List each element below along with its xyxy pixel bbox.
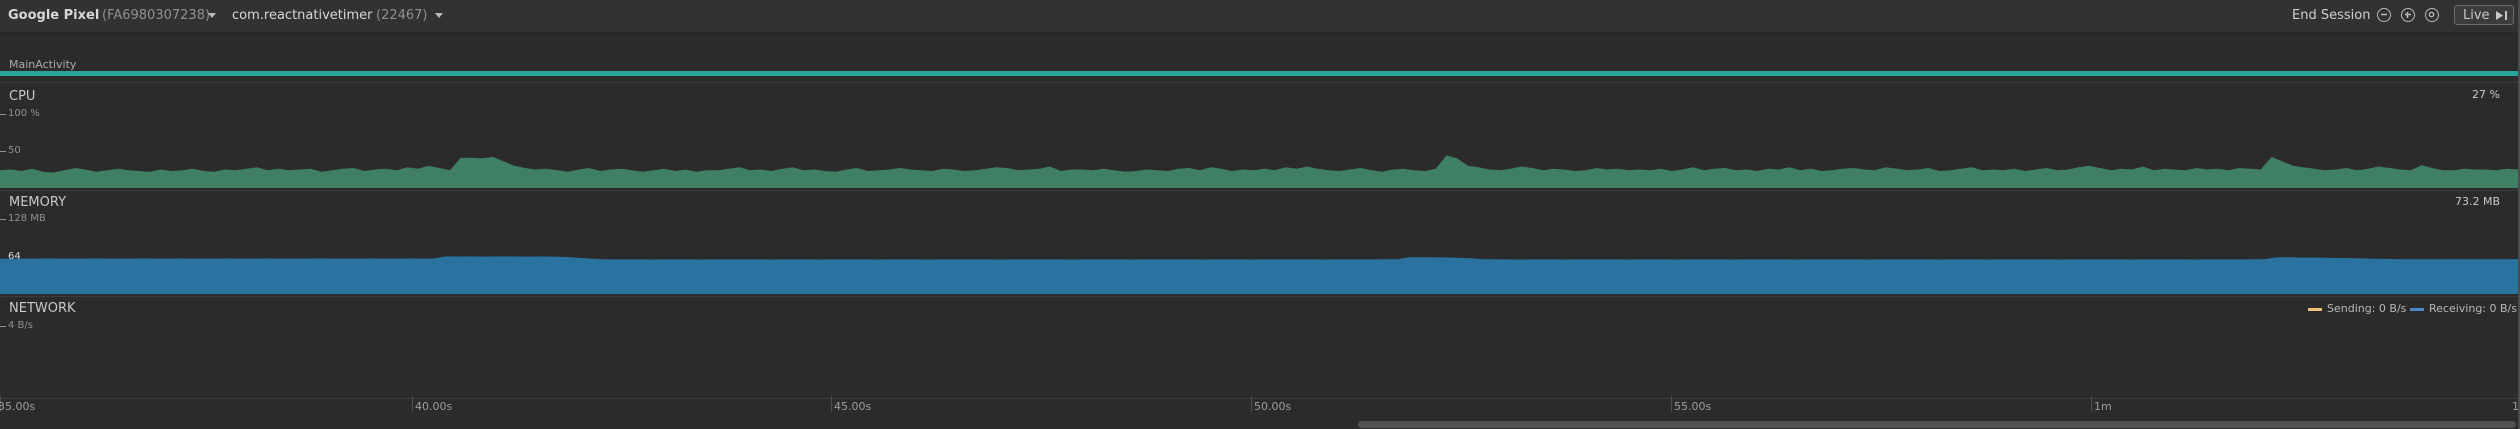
time-tick: 50.00s <box>1254 400 1292 413</box>
memory-track-title[interactable]: MEMORY <box>9 195 66 210</box>
network-legend-receiving: Receiving: 0 B/s <box>2410 302 2517 315</box>
process-name[interactable]: com.reactnativetimer <box>232 8 373 23</box>
activity-label[interactable]: MainActivity <box>9 58 76 71</box>
track-separator <box>0 398 2520 399</box>
receiving-swatch <box>2410 308 2424 311</box>
time-tick: 45.00s <box>834 400 872 413</box>
process-pid[interactable]: (22467) <box>376 8 428 23</box>
zoom-out-icon[interactable] <box>2377 8 2391 22</box>
memory-area <box>0 256 2518 294</box>
cpu-current-value: 27 % <box>2472 88 2500 101</box>
track-separator <box>0 82 2520 83</box>
device-serial[interactable]: (FA6980307238) <box>102 8 210 23</box>
time-axis: 35.00s 40.00s 45.00s 50.00s 55.00s 1m 1 <box>0 396 2520 414</box>
track-separator <box>0 190 2520 191</box>
device-name[interactable]: Google Pixel <box>8 8 99 23</box>
play-pause-icon <box>2496 11 2507 20</box>
process-dropdown-chevron-down-icon[interactable] <box>435 13 443 18</box>
receiving-label: Receiving: 0 B/s <box>2429 302 2517 315</box>
zoom-in-icon[interactable] <box>2401 8 2415 22</box>
cpu-track-title[interactable]: CPU <box>9 89 35 104</box>
network-scale-max: 4 B/s <box>8 320 33 331</box>
network-scale-tick <box>0 326 6 327</box>
reset-zoom-icon[interactable] <box>2425 8 2439 22</box>
time-tick: 1m <box>2094 400 2112 413</box>
activity-bar[interactable] <box>0 71 2520 76</box>
memory-current-value: 73.2 MB <box>2454 195 2500 208</box>
device-dropdown-chevron-down-icon[interactable] <box>208 13 216 18</box>
network-legend-sending: Sending: 0 B/s <box>2308 302 2406 315</box>
time-tick: 35.00s <box>0 400 36 413</box>
cpu-usage-chart[interactable] <box>0 114 2518 188</box>
cpu-area <box>0 155 2518 188</box>
live-button[interactable]: Live <box>2454 5 2514 25</box>
network-track-title[interactable]: NETWORK <box>9 301 76 316</box>
track-separator <box>0 296 2520 297</box>
live-label: Live <box>2463 8 2490 23</box>
memory-scale-mid: 64 <box>8 251 21 262</box>
timeline-scrollbar-thumb[interactable] <box>1358 421 2516 428</box>
memory-usage-chart[interactable] <box>0 219 2518 294</box>
sending-label: Sending: 0 B/s <box>2327 302 2407 315</box>
profiler-toolbar: Google Pixel (FA6980307238) com.reactnat… <box>0 0 2520 33</box>
time-tick: 40.00s <box>415 400 453 413</box>
time-tick: 55.00s <box>1674 400 1712 413</box>
sending-swatch <box>2308 308 2322 311</box>
end-session-button[interactable]: End Session <box>2292 8 2370 23</box>
